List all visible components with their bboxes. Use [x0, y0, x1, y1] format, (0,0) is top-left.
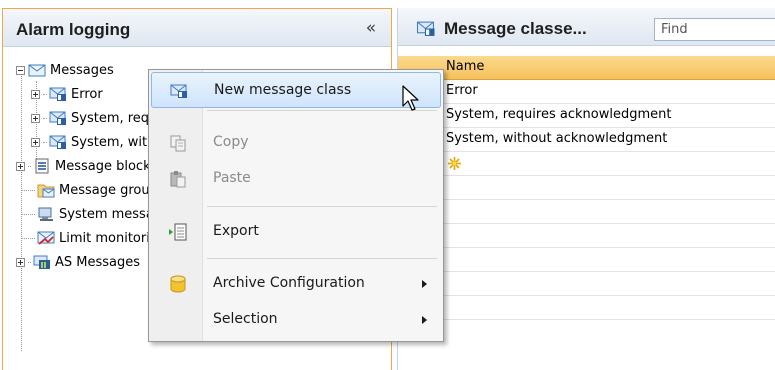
limit-envelope-icon — [37, 231, 55, 245]
message-class-icon — [49, 87, 66, 101]
menu-item-export[interactable]: Export — [151, 214, 441, 250]
tree-item-limit-monitoring[interactable]: Limit monitoring — [21, 226, 166, 250]
tree-item-message-blocks[interactable]: Message blocks — [16, 154, 157, 178]
computer-icon — [38, 207, 53, 221]
menu-item-label: Selection — [213, 311, 278, 327]
menu-item-paste[interactable]: Paste — [151, 161, 441, 197]
table-row[interactable]: 7 — [398, 224, 775, 248]
table-row[interactable]: 5 — [398, 176, 775, 200]
table-row[interactable]: 2 System, requires acknowledgment — [398, 104, 775, 128]
panel-header: Message classe... — [398, 8, 775, 46]
menu-separator — [207, 206, 437, 207]
message-classes-panel: Message classe... Name 1 Error 2 System,… — [397, 8, 775, 370]
table-row[interactable]: 6 — [398, 200, 775, 224]
menu-item-new-message-class[interactable]: New message class — [151, 72, 441, 108]
tree-item-as-messages[interactable]: AS Messages — [16, 250, 140, 274]
menu-item-label: Export — [213, 223, 259, 239]
tree-item-label: Error — [71, 86, 103, 102]
mouse-cursor-icon — [402, 85, 419, 111]
as-messages-icon — [33, 255, 50, 269]
menu-item-selection[interactable]: Selection — [151, 302, 441, 338]
tree-item-label: Messages — [50, 62, 114, 78]
panel-title: Message classe... — [444, 19, 587, 38]
cell-name[interactable]: System, without acknowledgment — [446, 131, 667, 146]
tree-item-message-groups[interactable]: Message groups — [21, 178, 165, 202]
context-menu: New message class Copy Paste Export Arch… — [148, 69, 444, 342]
message-classes-grid: Name 1 Error 2 System, requires acknowle… — [398, 56, 775, 370]
find-input[interactable] — [654, 18, 775, 41]
panel-header: Alarm logging « — [3, 9, 391, 47]
folder-envelope-icon — [37, 184, 55, 198]
copy-icon — [170, 135, 186, 152]
tree-item-label: Message blocks — [55, 158, 158, 174]
panel-title: Alarm logging — [16, 20, 131, 39]
export-icon — [169, 223, 187, 241]
tree-item-error[interactable]: Error — [31, 82, 103, 106]
message-class-icon — [416, 21, 435, 36]
expand-expander[interactable] — [16, 257, 25, 267]
new-message-class-icon — [170, 84, 187, 98]
table-row[interactable]: 8 — [398, 248, 775, 272]
menu-item-label: New message class — [214, 82, 352, 98]
menu-item-label: Copy — [213, 134, 249, 150]
menu-item-archive-configuration[interactable]: Archive Configuration — [151, 266, 441, 302]
menu-item-label: Paste — [213, 170, 251, 186]
table-row[interactable]: 3 System, without acknowledgment — [398, 128, 775, 152]
menu-separator — [207, 258, 437, 259]
table-row[interactable]: 9 — [398, 272, 775, 296]
expand-expander[interactable] — [31, 89, 40, 99]
menu-item-label: Archive Configuration — [213, 275, 365, 291]
column-header-name[interactable]: Name — [446, 59, 484, 74]
collapse-expander[interactable] — [16, 65, 25, 75]
new-row-sparkle-icon — [448, 157, 461, 170]
table-row[interactable]: 1 Error — [398, 80, 775, 104]
paste-icon — [170, 171, 186, 188]
tree-item-messages[interactable]: Messages — [16, 58, 114, 82]
submenu-arrow-icon — [422, 280, 427, 288]
table-row[interactable]: 10 — [398, 296, 775, 320]
expand-expander[interactable] — [16, 161, 25, 171]
message-class-icon — [49, 135, 66, 149]
expand-expander[interactable] — [31, 113, 40, 123]
tree-item-label: AS Messages — [55, 254, 141, 270]
grid-header: Name — [398, 56, 775, 80]
new-row[interactable]: 4 — [398, 152, 775, 176]
submenu-arrow-icon — [422, 316, 427, 324]
expand-expander[interactable] — [31, 137, 40, 147]
message-class-icon — [49, 111, 66, 125]
menu-item-copy[interactable]: Copy — [151, 125, 441, 161]
collapse-button[interactable]: « — [361, 20, 381, 38]
envelope-icon — [28, 64, 46, 77]
archive-icon — [170, 275, 186, 293]
list-icon — [35, 158, 49, 174]
cell-name[interactable]: System, requires acknowledgment — [446, 107, 671, 122]
cell-name[interactable]: Error — [446, 83, 478, 98]
